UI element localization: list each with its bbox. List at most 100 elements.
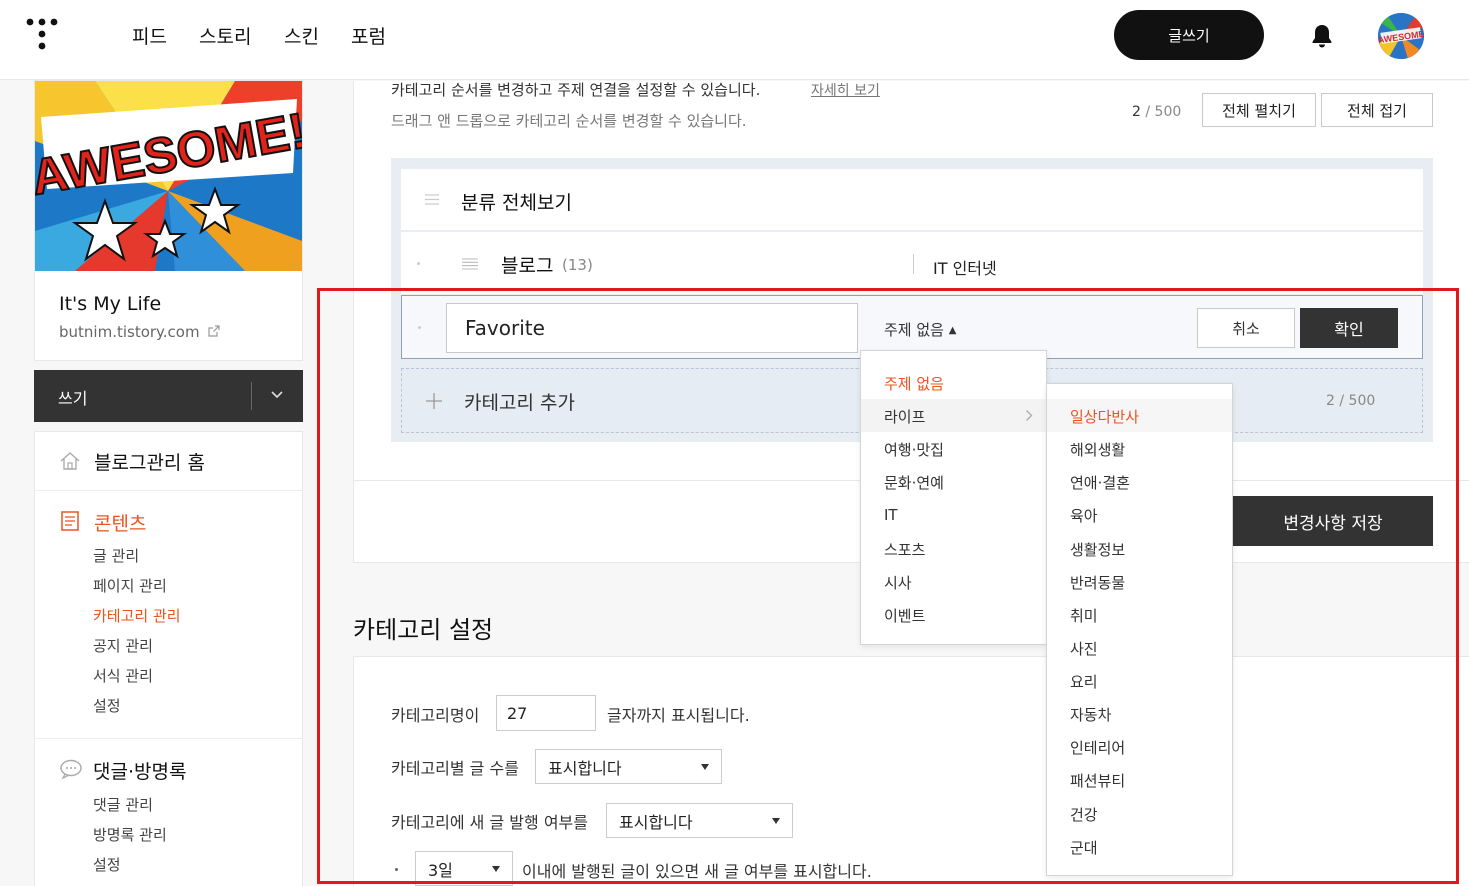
subtopic-option[interactable]: 군대 <box>1070 837 1098 858</box>
subtopic-option[interactable]: 건강 <box>1070 804 1098 825</box>
new-post-label: 카테고리에 새 글 발행 여부를 <box>391 813 588 832</box>
post-count-label: 카테고리별 글 수를 <box>391 759 519 778</box>
category-root-label: 분류 전체보기 <box>461 192 572 214</box>
subtopic-option[interactable]: 요리 <box>1070 671 1098 692</box>
topic-option-none[interactable]: 주제 없음 <box>884 373 944 394</box>
confirm-button[interactable]: 확인 <box>1300 308 1398 348</box>
cancel-button[interactable]: 취소 <box>1197 308 1295 348</box>
category-name: 블로그 <box>501 255 554 277</box>
sidebar-item-category-manage[interactable]: 카테고리 관리 <box>93 605 181 626</box>
sidebar-item-contents-settings[interactable]: 설정 <box>93 695 121 716</box>
new-days-select[interactable]: 3일 <box>415 851 513 886</box>
topic-option-culture[interactable]: 문화·연예 <box>884 472 944 493</box>
category-topic: IT 인터넷 <box>933 259 997 278</box>
write-menu-button[interactable]: 쓰기 <box>34 370 303 422</box>
sidebar-item-notice-manage[interactable]: 공지 관리 <box>93 635 153 656</box>
sidebar-item-post-manage[interactable]: 글 관리 <box>93 545 139 566</box>
topic-select[interactable]: 주제 없음 ▲ <box>884 319 956 340</box>
document-icon <box>61 511 79 531</box>
add-category-label: 카테고리 추가 <box>464 392 575 414</box>
new-days-suffix: 이내에 발행된 글이 있으면 새 글 여부를 표시합니다. <box>522 862 872 881</box>
topic-option-event[interactable]: 이벤트 <box>884 605 925 626</box>
tistory-logo-icon[interactable] <box>26 18 58 50</box>
blog-url[interactable]: butnim.tistory.com <box>59 323 220 341</box>
new-post-select[interactable]: 표시합니다 <box>606 803 793 838</box>
nav-story[interactable]: 스토리 <box>199 22 251 49</box>
bell-icon[interactable] <box>1308 22 1336 50</box>
category-row[interactable]: 블로그 (13) IT 인터넷 <box>401 232 1423 294</box>
sidebar-section-comments[interactable]: 댓글·방명록 <box>93 757 186 784</box>
topic-option-travel[interactable]: 여행·맛집 <box>884 439 944 460</box>
dropdown-arrow-icon <box>772 817 780 824</box>
detail-link[interactable]: 자세히 보기 <box>811 80 880 100</box>
bullet-dot <box>395 868 398 871</box>
dropdown-arrow-icon <box>701 763 709 770</box>
sidebar-item-home[interactable]: 블로그관리 홈 <box>94 448 205 475</box>
sidebar-item-template-manage[interactable]: 서식 관리 <box>93 665 153 686</box>
blog-title[interactable]: It's My Life <box>59 293 161 315</box>
category-name-input[interactable] <box>446 303 858 353</box>
sidebar-item-comments-settings[interactable]: 설정 <box>93 854 121 875</box>
caret-up-icon: ▲ <box>948 325 957 336</box>
topic-option-news[interactable]: 시사 <box>884 572 912 593</box>
nav-forum[interactable]: 포럼 <box>351 22 386 49</box>
topic-option-sports[interactable]: 스포츠 <box>884 539 925 560</box>
blog-url-text[interactable]: butnim.tistory.com <box>59 323 200 341</box>
dropdown-arrow-icon <box>492 865 500 872</box>
sidebar-divider <box>35 490 302 491</box>
bullet-dot <box>418 326 421 329</box>
nav-feed[interactable]: 피드 <box>132 22 167 49</box>
post-count-select-value: 표시합니다 <box>548 758 622 778</box>
sidebar-menu: 블로그관리 홈 콘텐츠 <box>34 431 303 886</box>
add-category-count: 2 / 500 <box>1326 393 1375 409</box>
new-post-select-value: 표시합니다 <box>619 812 693 832</box>
category-count-used: 2 <box>1132 104 1141 120</box>
chevron-right-icon <box>1026 410 1033 421</box>
topic-option-it[interactable]: IT <box>884 506 898 524</box>
subtopic-option[interactable]: 패션뷰티 <box>1070 770 1125 791</box>
sidebar-section-contents[interactable]: 콘텐츠 <box>94 509 146 536</box>
sidebar-item-comment-manage[interactable]: 댓글 관리 <box>93 794 153 815</box>
collapse-all-button[interactable]: 전체 접기 <box>1321 93 1433 127</box>
post-count-select[interactable]: 표시합니다 <box>535 749 722 784</box>
external-link-icon[interactable] <box>208 325 220 337</box>
sidebar-item-guestbook-manage[interactable]: 방명록 관리 <box>93 824 167 845</box>
column-divider <box>913 254 914 274</box>
category-post-count: (13) <box>562 256 593 274</box>
topic-select-value: 주제 없음 <box>884 321 944 339</box>
subtopic-option[interactable]: 인테리어 <box>1070 737 1125 758</box>
subtopic-option[interactable]: 일상다반사 <box>1070 406 1139 427</box>
sidebar-divider <box>35 738 302 739</box>
subtopic-option[interactable]: 육아 <box>1070 505 1098 526</box>
settings-title: 카테고리 설정 <box>353 616 494 644</box>
chevron-down-icon[interactable] <box>270 390 284 400</box>
name-length-input[interactable] <box>496 695 596 731</box>
drag-handle-icon[interactable] <box>462 258 478 270</box>
description-order: 카테고리 순서를 변경하고 주제 연결을 설정할 수 있습니다. <box>391 81 761 99</box>
topic-dropdown: 주제 없음 라이프 여행·맛집 문화·연예 IT 스포츠 시사 이벤트 <box>860 350 1047 645</box>
add-category-count-max: / 500 <box>1339 393 1376 409</box>
expand-all-button[interactable]: 전체 펼치기 <box>1202 93 1316 127</box>
subtopic-option[interactable]: 사진 <box>1070 638 1098 659</box>
category-count-max: / 500 <box>1145 104 1182 120</box>
category-root-row[interactable]: 분류 전체보기 <box>401 169 1423 231</box>
topic-submenu: 일상다반사 해외생활 연애·결혼 육아 생활정보 반려동물 취미 사진 요리 자… <box>1046 383 1233 876</box>
write-post-button[interactable]: 글쓰기 <box>1114 10 1264 60</box>
nav-skin[interactable]: 스킨 <box>284 22 319 49</box>
subtopic-option[interactable]: 자동차 <box>1070 704 1111 725</box>
subtopic-option[interactable]: 해외생활 <box>1070 439 1125 460</box>
subtopic-option[interactable]: 취미 <box>1070 605 1098 626</box>
save-changes-button[interactable]: 변경사항 저장 <box>1233 496 1433 546</box>
subtopic-option[interactable]: 생활정보 <box>1070 539 1125 560</box>
topic-option-life[interactable]: 라이프 <box>884 406 925 427</box>
avatar[interactable]: AWESOME <box>1378 13 1424 59</box>
subtopic-option[interactable]: 연애·결혼 <box>1070 472 1130 493</box>
sidebar-item-page-manage[interactable]: 페이지 관리 <box>93 575 167 596</box>
home-icon <box>60 452 80 470</box>
plus-icon[interactable] <box>426 393 442 409</box>
drag-handle-icon[interactable] <box>425 194 439 205</box>
subtopic-option[interactable]: 반려동물 <box>1070 572 1125 593</box>
blog-cover-image[interactable]: AWESOME! <box>35 81 302 271</box>
bullet-dot <box>417 262 420 265</box>
new-days-select-value: 3일 <box>428 860 453 880</box>
